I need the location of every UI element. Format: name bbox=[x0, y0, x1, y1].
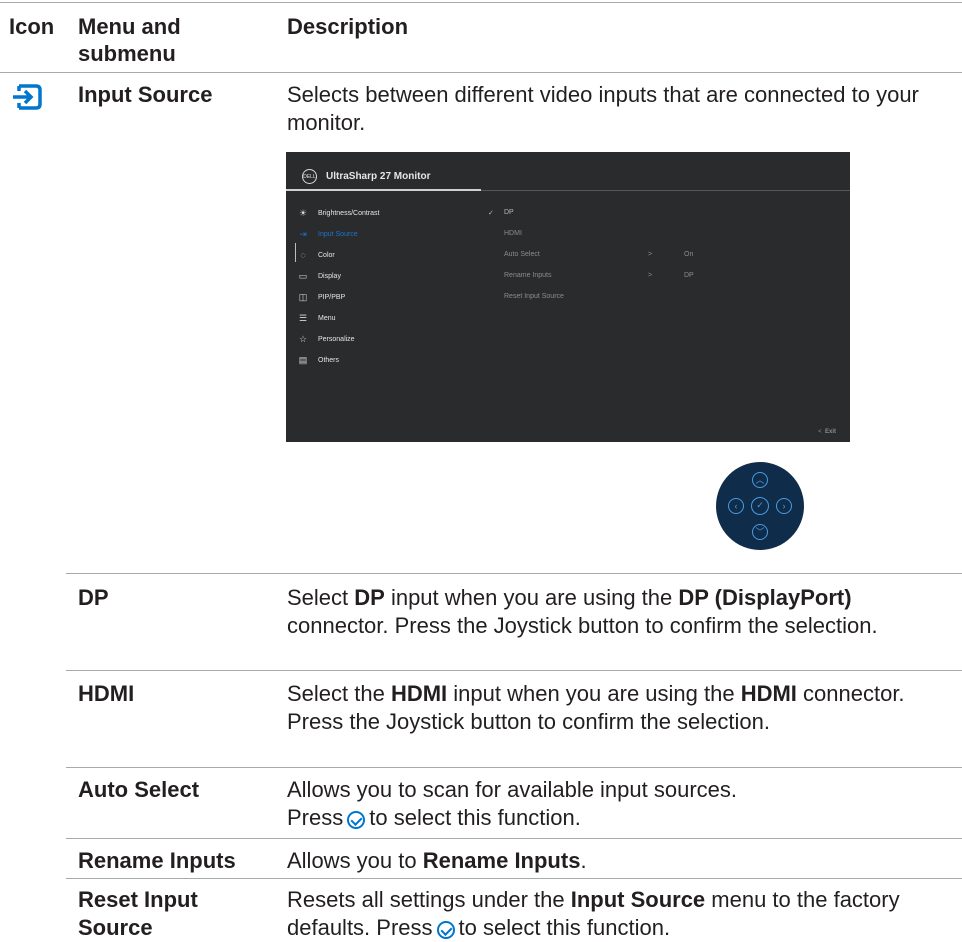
osd-arrow: > bbox=[648, 251, 653, 258]
osd-sub-reset[interactable]: Reset Input Source bbox=[504, 293, 564, 300]
osd-menu-label: PIP/PBP bbox=[318, 294, 346, 301]
osd-selection-bar bbox=[295, 243, 296, 262]
joystick-down-icon: ﹀ bbox=[752, 524, 768, 540]
reset-input-source-description: Resets all settings under the Input Sour… bbox=[287, 887, 900, 940]
osd-menu-pip[interactable]: ◫ PIP/PBP bbox=[298, 292, 346, 303]
osd-arrow: > bbox=[648, 272, 653, 279]
osd-menu-label: Others bbox=[318, 357, 340, 364]
chevron-left-icon: < bbox=[818, 429, 822, 435]
osd-menu-color[interactable]: ◌ Color bbox=[298, 250, 335, 260]
pip-icon: ◫ bbox=[298, 292, 308, 302]
row-rule bbox=[66, 878, 962, 879]
hdmi-label: HDMI bbox=[78, 681, 135, 706]
input-source-icon: ⇥ bbox=[299, 229, 307, 239]
star-icon: ☆ bbox=[298, 334, 308, 344]
auto-select-label: Auto Select bbox=[78, 777, 200, 802]
input-source-label: Input Source bbox=[78, 82, 213, 107]
osd-title: UltraSharp 27 Monitor bbox=[326, 171, 431, 182]
header-rule bbox=[0, 72, 962, 73]
table-top-rule bbox=[0, 2, 962, 3]
dp-description: Select DP input when you are using the D… bbox=[287, 585, 878, 638]
auto-select-description: Allows you to scan for available input s… bbox=[287, 777, 738, 830]
reset-input-source-label: Reset Input Source bbox=[78, 887, 198, 940]
joystick-center-check-icon: ✓ bbox=[751, 497, 769, 515]
input-source-icon bbox=[11, 82, 43, 112]
osd-sub-hdmi[interactable]: HDMI bbox=[504, 230, 522, 237]
others-icon: ▤ bbox=[298, 355, 308, 365]
osd-menu-label: Brightness/Contrast bbox=[318, 210, 380, 217]
osd-menu-label: Personalize bbox=[318, 336, 355, 343]
osd-menu-label: Display bbox=[318, 273, 341, 280]
osd-tab-underline bbox=[286, 189, 481, 191]
row-rule bbox=[66, 670, 962, 671]
osd-sub-rename-inputs[interactable]: Rename Inputs bbox=[504, 272, 551, 279]
brightness-icon: ☀ bbox=[298, 208, 308, 218]
dell-logo: DELL bbox=[302, 169, 317, 184]
osd-menu-brightness[interactable]: ☀ Brightness/Contrast bbox=[298, 208, 380, 219]
osd-menu-others[interactable]: ▤ Others bbox=[298, 355, 339, 366]
rename-inputs-label: Rename Inputs bbox=[78, 848, 236, 873]
input-source-description: Selects between different video inputs t… bbox=[287, 82, 919, 135]
osd-menu-display[interactable]: ▭ Display bbox=[298, 271, 341, 282]
osd-check-icon: ✓ bbox=[488, 210, 494, 217]
osd-exit-label: Exit bbox=[824, 429, 836, 435]
header-icon-col: Icon bbox=[9, 14, 55, 39]
rename-inputs-description: Allows you to Rename Inputs. bbox=[287, 848, 587, 873]
osd-sub-dp[interactable]: DP bbox=[504, 209, 514, 216]
check-circle-icon bbox=[436, 921, 455, 939]
osd-menu-label: Input Source bbox=[318, 231, 358, 238]
dp-label: DP bbox=[78, 585, 109, 610]
osd-menu-menu[interactable]: ☰ Menu bbox=[298, 313, 336, 324]
joystick-up-icon: ︿ bbox=[752, 472, 768, 488]
row-rule bbox=[66, 767, 962, 768]
osd-menu-label: Color bbox=[318, 251, 335, 259]
osd-sub-auto-select[interactable]: Auto Select bbox=[504, 251, 540, 258]
osd-value-rename: DP bbox=[684, 272, 694, 279]
joystick-right-icon: › bbox=[776, 498, 792, 514]
osd-value-auto-select: On bbox=[684, 251, 694, 258]
header-menu-col: Menu and submenu bbox=[78, 14, 181, 66]
osd-exit[interactable]: < Exit bbox=[818, 429, 836, 435]
osd-menu-personalize[interactable]: ☆ Personalize bbox=[298, 334, 355, 345]
osd-menu-input-source[interactable]: ⇥ Input Source bbox=[298, 229, 358, 240]
row-rule bbox=[66, 573, 962, 574]
osd-menu-label: Menu bbox=[318, 315, 336, 322]
menu-icon: ☰ bbox=[298, 313, 308, 323]
check-circle-icon bbox=[347, 811, 366, 829]
joystick-left-icon: ‹ bbox=[728, 498, 744, 514]
joystick-icon: ︿ ‹ ✓ › ﹀ bbox=[716, 462, 804, 550]
row-rule bbox=[66, 838, 962, 839]
header-desc-col: Description bbox=[287, 14, 409, 39]
display-icon: ▭ bbox=[298, 271, 308, 281]
osd-screenshot: DELL UltraSharp 27 Monitor ☀ Brightness/C… bbox=[286, 152, 850, 442]
hdmi-description: Select the HDMI input when you are using… bbox=[287, 681, 905, 734]
color-icon: ◌ bbox=[300, 250, 306, 260]
